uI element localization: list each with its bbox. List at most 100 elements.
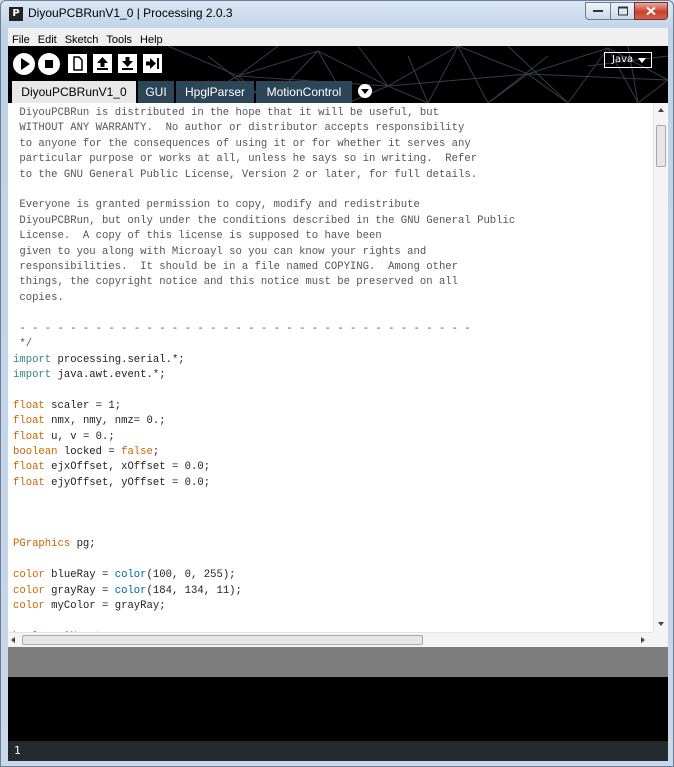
code-line[interactable]: to anyone for the consequences of using … xyxy=(13,137,515,152)
code-line[interactable]: License. A copy of this license is suppo… xyxy=(13,229,515,244)
export-button[interactable] xyxy=(143,54,162,73)
code-line[interactable]: things, the copyright notice and this no… xyxy=(13,275,515,290)
menu-sketch[interactable]: Sketch xyxy=(61,32,103,46)
tab-motioncontrol[interactable]: MotionControl xyxy=(256,81,352,103)
code-line[interactable] xyxy=(13,306,515,321)
code-line[interactable]: color grayRay = color(184, 134, 11); xyxy=(13,584,515,599)
code-text[interactable]: DiyouPCBRun is distributed in the hope t… xyxy=(13,106,515,632)
code-token: - - - - - - - - - - - - - - - - - - - - … xyxy=(13,322,471,335)
code-line[interactable] xyxy=(13,553,515,568)
tab-menu-button[interactable] xyxy=(358,84,372,98)
code-token: boolean xyxy=(13,445,58,458)
code-line[interactable]: float scaler = 1; xyxy=(13,399,515,414)
code-token: false xyxy=(121,445,153,458)
open-button[interactable] xyxy=(93,54,112,73)
stop-button[interactable] xyxy=(38,53,60,75)
code-line[interactable]: float ejyOffset, yOffset = 0.0; xyxy=(13,476,515,491)
code-line[interactable]: particular purpose or works at all, unle… xyxy=(13,152,515,167)
code-editor[interactable]: DiyouPCBRun is distributed in the hope t… xyxy=(8,103,668,632)
toolbar: Java DiyouPCBRunV1_0 GUI HpglParser Moti… xyxy=(8,46,668,103)
horizontal-scroll-thumb[interactable] xyxy=(22,635,423,645)
console-area[interactable] xyxy=(8,677,668,741)
tab-diyoupcbrunv1-0[interactable]: DiyouPCBRunV1_0 xyxy=(12,81,136,103)
code-token: float xyxy=(13,399,45,412)
code-line[interactable]: float u, v = 0.; xyxy=(13,430,515,445)
code-line[interactable] xyxy=(13,522,515,537)
maximize-button[interactable] xyxy=(610,2,635,20)
stop-icon xyxy=(45,60,53,68)
code-line[interactable]: */ xyxy=(13,337,515,352)
code-line[interactable] xyxy=(13,614,515,629)
code-token: ejyOffset, yOffset = 0.0; xyxy=(44,476,211,489)
tab-hpglparser[interactable]: HpglParser xyxy=(176,81,254,103)
code-line[interactable]: boolean locked = false; xyxy=(13,445,515,460)
scroll-down-arrow-icon[interactable] xyxy=(658,622,664,626)
title-bar[interactable]: P DiyouPCBRunV1_0 | Processing 2.0.3 xyxy=(1,1,673,27)
processing-window: P DiyouPCBRunV1_0 | Processing 2.0.3 Fil… xyxy=(0,0,674,767)
code-line[interactable]: PGraphics pg; xyxy=(13,537,515,552)
horizontal-scrollbar[interactable] xyxy=(8,632,668,648)
mode-selector[interactable]: Java xyxy=(604,52,652,68)
line-number: 1 xyxy=(14,744,21,757)
code-token: color xyxy=(13,600,45,612)
close-button[interactable] xyxy=(634,2,668,20)
new-button[interactable] xyxy=(68,54,87,73)
code-line[interactable]: DiyouPCBRun is distributed in the hope t… xyxy=(13,106,515,121)
code-line[interactable]: import processing.serial.*; xyxy=(13,353,515,368)
code-token: copies. xyxy=(13,291,64,304)
code-token: grayRay = xyxy=(44,584,115,597)
tab-menu-arrow-icon xyxy=(361,89,369,94)
code-line[interactable]: responsibilities. It should be in a file… xyxy=(13,260,515,275)
code-line[interactable]: float nmx, nmy, nmz= 0.; xyxy=(13,414,515,429)
code-token: (100, 0, 255); xyxy=(146,569,236,582)
code-line[interactable] xyxy=(13,183,515,198)
menu-tools[interactable]: Tools xyxy=(102,32,136,46)
code-token: WITHOUT ANY WARRANTY. No author or distr… xyxy=(13,122,465,135)
code-line[interactable]: to the GNU General Public License, Versi… xyxy=(13,168,515,183)
code-token: processing.serial.*; xyxy=(51,353,185,366)
code-token: responsibilities. It should be in a file… xyxy=(13,261,459,274)
mode-label: Java xyxy=(612,54,634,65)
code-line[interactable] xyxy=(13,383,515,398)
scroll-left-arrow-icon[interactable] xyxy=(11,637,15,643)
code-token: things, the copyright notice and this no… xyxy=(13,276,459,289)
tab-gui[interactable]: GUI xyxy=(138,81,174,103)
code-line[interactable]: float ejxOffset, xOffset = 0.0; xyxy=(13,460,515,475)
code-token: to anyone for the consequences of using … xyxy=(13,137,471,150)
save-button[interactable] xyxy=(118,54,137,73)
run-button[interactable] xyxy=(13,53,35,75)
chevron-down-icon xyxy=(638,58,646,63)
code-line[interactable]: color blueRay = color(100, 0, 255); xyxy=(13,568,515,583)
code-line[interactable] xyxy=(13,507,515,522)
code-line[interactable]: copies. xyxy=(13,291,515,306)
code-token: nmx, nmy, nmz= 0.; xyxy=(44,415,166,428)
code-token: ejxOffset, xOffset = 0.0; xyxy=(44,461,211,474)
menu-help[interactable]: Help xyxy=(136,32,167,46)
line-number-bar: 1 xyxy=(8,741,668,761)
code-token: color xyxy=(13,569,45,582)
scroll-right-arrow-icon[interactable] xyxy=(641,637,645,643)
menu-file[interactable]: File xyxy=(8,32,34,46)
code-token: blueRay = xyxy=(44,569,115,582)
code-token: import xyxy=(13,353,52,366)
code-line[interactable]: given to you along with Microayl so you … xyxy=(13,245,515,260)
vertical-scrollbar[interactable] xyxy=(653,103,668,632)
code-line[interactable]: color myColor = grayRay; xyxy=(13,599,515,614)
minimize-button[interactable] xyxy=(585,2,611,20)
code-line[interactable]: - - - - - - - - - - - - - - - - - - - - … xyxy=(13,322,515,337)
code-token: DiyouPCBRun, but only under the conditio… xyxy=(13,214,516,227)
code-line[interactable]: import java.awt.event.*; xyxy=(13,368,515,383)
code-line[interactable] xyxy=(13,491,515,506)
code-token: color xyxy=(114,584,147,597)
window-title: DiyouPCBRunV1_0 | Processing 2.0.3 xyxy=(28,6,233,20)
code-token: locked = xyxy=(57,445,122,458)
code-line[interactable]: DiyouPCBRun, but only under the conditio… xyxy=(13,214,515,229)
code-line[interactable]: Everyone is granted permission to copy, … xyxy=(13,198,515,213)
menu-edit[interactable]: Edit xyxy=(34,32,61,46)
code-token: particular purpose or works at all, unle… xyxy=(13,153,478,166)
code-token: given to you along with Microayl so you … xyxy=(13,245,427,258)
code-token: (184, 134, 11); xyxy=(146,584,242,597)
code-line[interactable]: WITHOUT ANY WARRANTY. No author or distr… xyxy=(13,121,515,136)
scroll-up-arrow-icon[interactable] xyxy=(658,108,664,112)
vertical-scroll-thumb[interactable] xyxy=(656,125,666,167)
